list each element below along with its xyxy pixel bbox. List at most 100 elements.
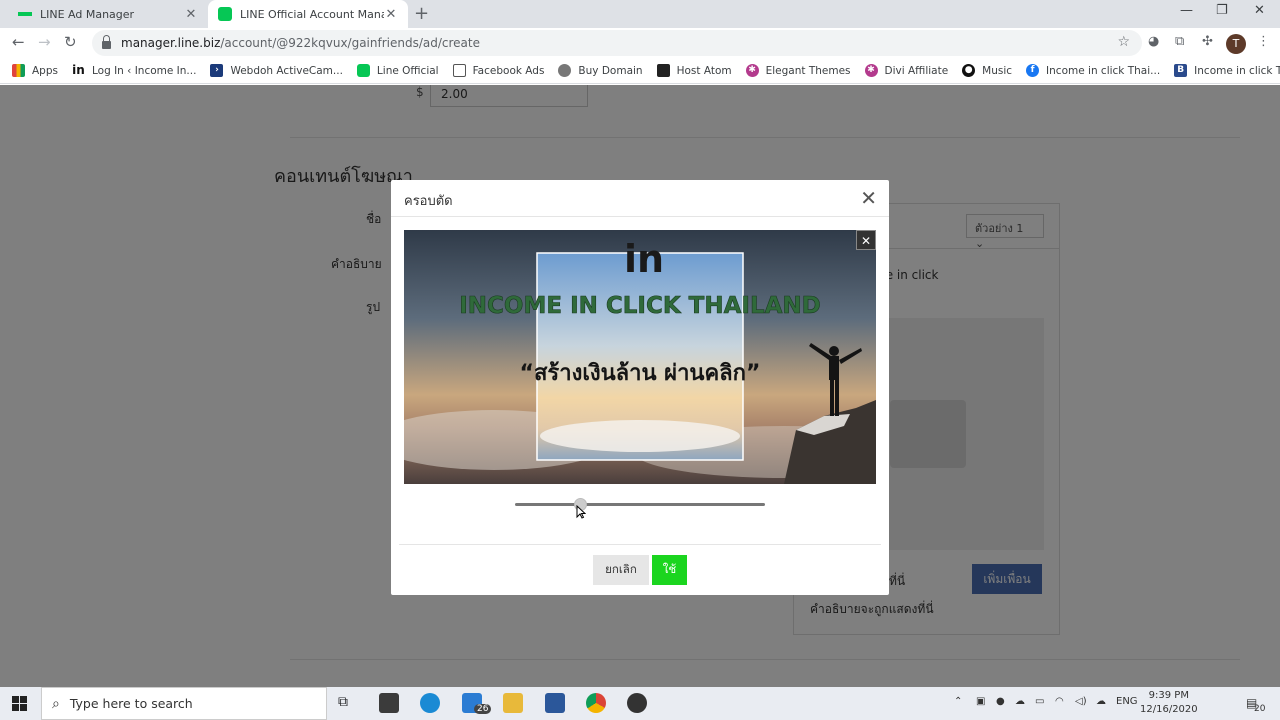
mail-badge: 26 [474,704,492,714]
bookmark-apps[interactable]: Apps [12,64,58,77]
bookmark-income-facebook[interactable]: f Income in click Thai... [1026,64,1160,77]
tab-label: LINE Official Account Manager [240,7,384,21]
url-path: /account/@922kqvux/gainfriends/ad/create [220,36,480,50]
bookmark-label: Facebook Ads [472,64,545,77]
microphone-icon[interactable]: ● [996,696,1005,707]
minimize-icon[interactable]: — [1180,3,1193,18]
clock-date: 12/16/2020 [1140,704,1198,715]
mouse-cursor-icon [576,505,586,519]
url-text: manager.line.biz/account/@922kqvux/gainf… [121,36,480,50]
facebook-icon: f [1026,64,1040,77]
lock-icon [102,35,111,49]
edge-icon[interactable] [420,693,440,713]
bookmark-income-blog[interactable]: B Income in click Thai... [1174,64,1280,77]
zoom-slider[interactable] [515,498,765,511]
bookmark-label: Webdoh ActiveCam... [230,64,343,77]
bookmark-host-atom[interactable]: Host Atom [656,64,732,77]
new-tab-icon[interactable]: + [414,3,429,24]
clouds [540,420,740,452]
bookmark-line-official[interactable]: Line Official [356,64,439,77]
blogger-b-icon: B [1174,64,1188,77]
arrow-icon: › [210,64,224,77]
apply-button[interactable]: ใช้ [652,555,687,585]
line-favicon [18,12,32,16]
wifi-icon[interactable]: ◠ [1055,696,1064,707]
line-favicon [218,7,232,21]
bookmark-buy-domain[interactable]: Buy Domain [558,64,643,77]
store-icon[interactable] [379,693,399,713]
word-icon[interactable] [545,693,565,713]
bookmark-label: Music [982,64,1013,77]
profile-avatar[interactable]: T [1226,34,1246,54]
bookmark-star-icon[interactable]: ☆ [1117,34,1130,50]
reload-icon[interactable]: ↻ [64,33,77,51]
forward-icon[interactable]: → [38,33,51,51]
tab-label: LINE Ad Manager [40,7,135,21]
bookmark-label: Line Official [376,64,439,77]
bookmark-music[interactable]: ● Music [962,64,1012,77]
crop-canvas[interactable]: in INCOME IN CLICK THAILAND “สร้างเงินล้… [404,230,876,484]
ads-icon [452,64,466,77]
chrome-extension-color-icon[interactable]: ◕ [1148,34,1159,49]
search-placeholder: Type here to search [69,696,193,711]
bookmark-webdoh[interactable]: › Webdoh ActiveCam... [210,64,343,77]
bookmark-label: Log In ‹ Income In... [91,64,197,77]
bookmark-label: Income in click Thai... [1046,64,1161,77]
url-host: manager.line.biz [121,36,221,50]
taskbar-clock[interactable]: 9:39 PM 12/16/2020 [1140,689,1198,717]
tab-line-ad-manager[interactable]: LINE Ad Manager ✕ [8,0,208,28]
apps-grid-icon [12,64,25,77]
file-explorer-icon[interactable] [503,693,523,713]
line-icon [356,64,370,77]
ad-image: in INCOME IN CLICK THAILAND “สร้างเงินล้… [404,230,876,484]
cancel-button[interactable]: ยกเลิก [593,555,649,585]
volume-icon[interactable]: ◁) [1075,696,1087,707]
cloud-icon[interactable]: ☁ [1096,696,1106,707]
obs-icon[interactable] [627,693,647,713]
chrome-icon[interactable] [586,693,606,713]
bookmark-label: Divi Affiliate [884,64,949,77]
devtools-extension-icon[interactable]: ⧉ [1175,34,1184,49]
battery-icon[interactable]: ▭ [1035,696,1044,707]
crop-dialog: ครอบตัด ✕ in INCOME IN CLICK THAILAND “ส… [391,180,889,595]
tray-expand-icon[interactable]: ⌃ [954,696,962,707]
in-logo-icon: in [71,63,85,77]
close-icon[interactable]: ✕ [384,7,398,22]
tab-line-official-account-manager[interactable]: LINE Official Account Manager ✕ [208,0,408,28]
divi-icon: ✱ [864,64,878,77]
address-bar[interactable]: manager.line.biz/account/@922kqvux/gainf… [92,30,1142,56]
extensions-puzzle-icon[interactable]: ✣ [1202,34,1213,49]
tray-app-icon[interactable]: ▣ [976,696,985,707]
clock-time: 9:39 PM [1148,690,1189,701]
browser-toolbar: ← → ↻ manager.line.biz/account/@922kqvux… [0,28,1280,58]
windows-start-icon[interactable] [12,696,27,711]
bookmark-label: Income in click Thai... [1194,64,1280,77]
bookmark-facebook-ads[interactable]: Facebook Ads [452,64,545,77]
close-icon[interactable]: ✕ [860,186,877,210]
onedrive-icon[interactable]: ☁ [1015,696,1025,707]
window-close-icon[interactable]: ✕ [1254,3,1265,18]
bookmark-income-login[interactable]: in Log In ‹ Income In... [71,63,197,77]
bookmark-elegant-themes[interactable]: ✱ Elegant Themes [745,64,851,77]
language-indicator[interactable]: ENG [1116,696,1138,707]
globe-icon [558,64,572,77]
maximize-icon[interactable]: ❐ [1216,3,1228,18]
dialog-title: ครอบตัด [404,194,453,209]
remove-image-icon[interactable]: ✕ [856,230,876,250]
bookmarks-bar: Apps in Log In ‹ Income In... › Webdoh A… [0,58,1280,84]
bookmark-divi-affiliate[interactable]: ✱ Divi Affiliate [864,64,949,77]
menu-dots-icon[interactable]: ⋮ [1257,34,1270,49]
task-view-icon[interactable]: ⧉ [338,694,358,714]
image-logo: in [624,237,664,281]
dialog-header: ครอบตัด ✕ [391,180,889,217]
search-icon: ⌕ [52,695,60,712]
back-icon[interactable]: ← [12,33,25,51]
bookmark-label: Elegant Themes [765,64,851,77]
divider [399,544,881,545]
bookmark-label: Buy Domain [578,64,643,77]
elegant-icon: ✱ [745,64,759,77]
taskbar-search-input[interactable]: ⌕ Type here to search [41,687,327,720]
close-icon[interactable]: ✕ [184,7,198,22]
image-headline: INCOME IN CLICK THAILAND [459,293,821,319]
browser-tabstrip: LINE Ad Manager ✕ LINE Official Account … [0,0,1280,28]
